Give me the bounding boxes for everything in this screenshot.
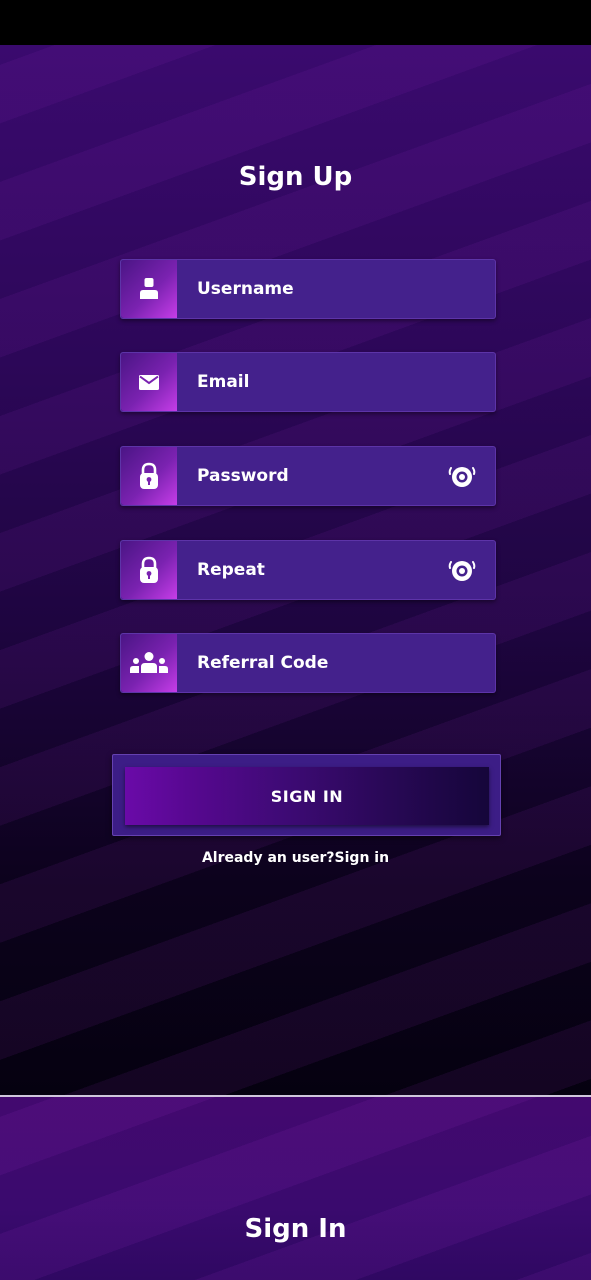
lock-icon [140,556,158,583]
sign-in-button[interactable]: SIGN IN [125,767,489,825]
eye-icon [448,561,476,581]
field-icon-box [121,634,177,692]
field-icon-box [121,541,177,599]
email-label: Email [197,372,250,392]
field-icon-box [121,260,177,318]
already-user-sign-in-link[interactable]: Already an user?Sign in [0,850,591,866]
group-icon [130,652,168,673]
field-icon-box [121,353,177,411]
repeat-label: Repeat [197,560,265,580]
toggle-password-visibility[interactable] [447,461,477,491]
repeat-password-field[interactable]: Repeat [120,540,496,600]
signin-panel[interactable]: Sign In [0,1097,591,1280]
envelope-icon [139,374,159,390]
toggle-repeat-visibility[interactable] [447,555,477,585]
signup-panel: Sign Up Username Email Password Repeat R… [0,45,591,1095]
email-field[interactable]: Email [120,352,496,412]
user-icon [140,278,158,299]
field-icon-box [121,447,177,505]
lock-icon [140,462,158,489]
status-bar [0,0,591,45]
password-label: Password [197,466,289,486]
password-field[interactable]: Password [120,446,496,506]
referral-code-label: Referral Code [197,653,329,673]
signin-title[interactable]: Sign In [0,1214,591,1244]
page-title: Sign Up [238,162,353,192]
eye-icon [448,467,476,487]
submit-button-frame: SIGN IN [112,754,501,836]
referral-code-field[interactable]: Referral Code [120,633,496,693]
username-field[interactable]: Username [120,259,496,319]
username-label: Username [197,279,294,299]
